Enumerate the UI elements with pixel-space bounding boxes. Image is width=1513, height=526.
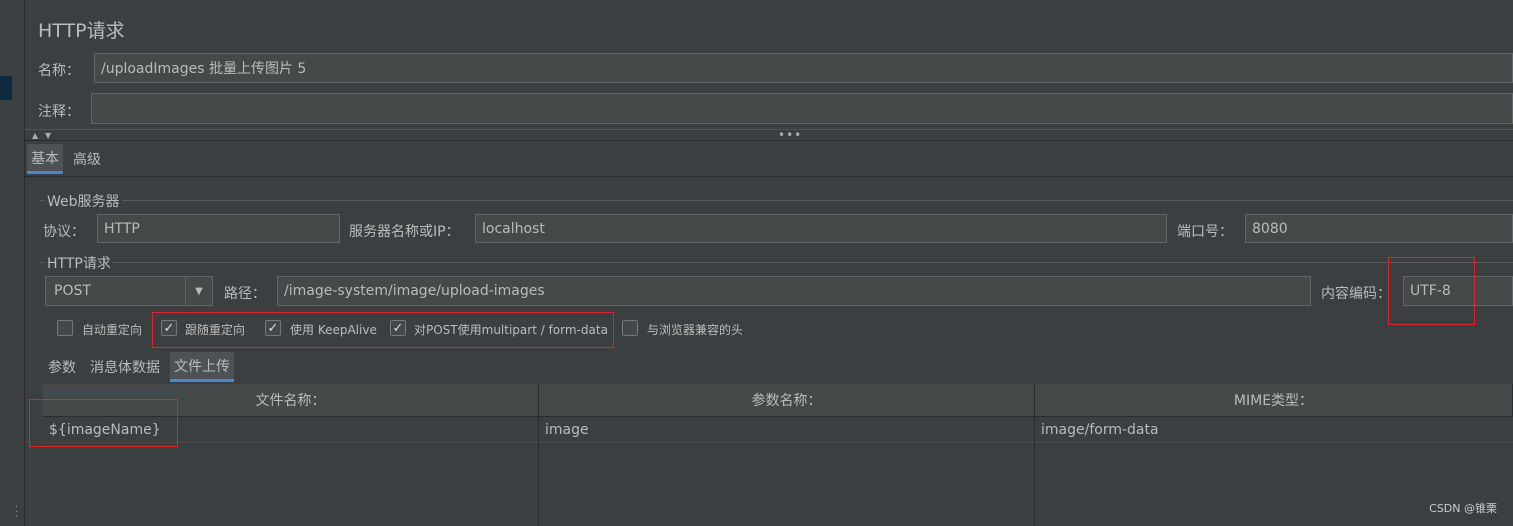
browser-headers-checkbox[interactable] [622, 320, 638, 336]
method-value: POST [54, 283, 91, 299]
table-cell-param-name[interactable]: image [539, 417, 1035, 443]
http-request-group-title: HTTP请求 [45, 253, 113, 273]
server-label: 服务器名称或IP： [349, 224, 460, 240]
tab-body-data[interactable]: 消息体数据 [86, 352, 164, 382]
column-header-mime-type[interactable]: MIME类型： [1035, 384, 1513, 416]
port-label: 端口号： [1177, 224, 1233, 240]
tree-selection-marker [0, 76, 12, 100]
tab-advanced[interactable]: 高级 [69, 144, 105, 174]
http-request-group-border [40, 262, 1513, 263]
comment-field[interactable] [91, 93, 1513, 124]
table-row-border [43, 442, 1513, 443]
collapse-up-icon[interactable]: ▲ [32, 131, 38, 140]
table-column-divider [1034, 384, 1035, 526]
web-server-group-border [40, 200, 1513, 201]
splitter-dots-icon[interactable]: ••• [778, 128, 802, 142]
port-field[interactable]: 8080 [1245, 214, 1513, 243]
name-field[interactable]: /uploadImages 批量上传图片 5 [94, 53, 1513, 83]
web-server-group-title: Web服务器 [45, 191, 122, 211]
table-cell-mime-type[interactable]: image/form-data [1035, 417, 1513, 443]
auto-redirect-checkbox[interactable] [57, 320, 73, 336]
protocol-field[interactable]: HTTP [97, 214, 340, 243]
collapse-down-icon[interactable]: ▼ [45, 131, 51, 140]
path-label: 路径： [224, 286, 266, 302]
drag-handle-icon[interactable]: · · · [15, 503, 21, 523]
tab-parameters[interactable]: 参数 [44, 352, 80, 382]
path-field[interactable]: /image-system/image/upload-images [277, 276, 1311, 306]
watermark: CSDN @锥栗 [1429, 502, 1497, 515]
auto-redirect-label: 自动重定向 [82, 323, 143, 337]
filename-highlight-box [29, 399, 178, 447]
splitter-bar[interactable] [25, 129, 1513, 141]
comment-label: 注释： [38, 104, 80, 120]
name-label: 名称： [38, 63, 80, 79]
chevron-down-icon[interactable]: ▼ [185, 277, 212, 305]
tab-underline [25, 176, 1513, 177]
server-field[interactable]: localhost [475, 214, 1167, 243]
encoding-label: 内容编码： [1321, 286, 1391, 302]
table-column-divider [538, 384, 539, 526]
tab-basic[interactable]: 基本 [27, 144, 63, 174]
encoding-highlight-box [1388, 257, 1475, 325]
tab-file-upload[interactable]: 文件上传 [170, 352, 234, 382]
protocol-label: 协议： [43, 224, 85, 240]
method-select[interactable]: POST ▼ [45, 276, 213, 306]
column-header-param-name[interactable]: 参数名称： [539, 384, 1035, 416]
page-title: HTTP请求 [38, 20, 125, 42]
options-highlight-box [152, 312, 614, 348]
browser-headers-label: 与浏览器兼容的头 [647, 323, 744, 337]
